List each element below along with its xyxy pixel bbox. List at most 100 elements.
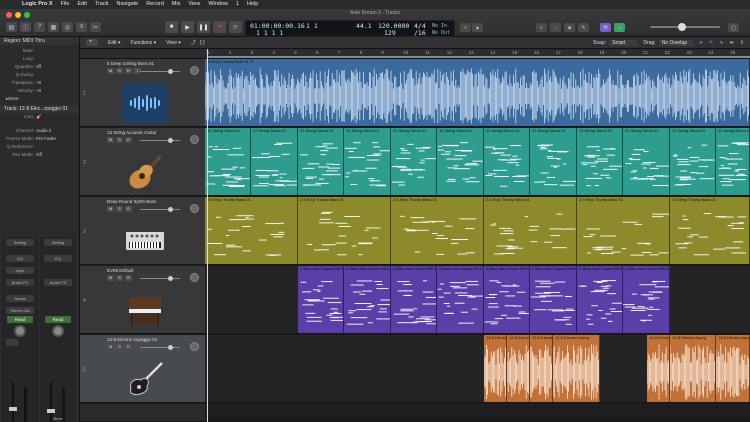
menu-file[interactable]: File [61,0,70,9]
region[interactable]: 12 String Strum 01 [205,128,251,195]
master-volume-slider[interactable] [650,23,720,31]
region-param[interactable]: Quantize: off [0,63,79,71]
track-header-2[interactable]: 2 12 String Acoustic Guitar MSR [80,128,205,196]
volume-knob[interactable] [168,276,173,281]
region[interactable]: 12 String Strum 01 [484,128,530,195]
track-volume-slider[interactable] [140,207,180,212]
strip-output[interactable]: Stereo Out [6,307,34,314]
bar-ruler[interactable]: 1 2 3 4 5 6 7 8 9 10 11 12 13 14 15 16 17 18 19 20 21 22 23 24 2… [205,49,750,59]
region[interactable]: 12-8 Electric Arpeg [553,335,600,402]
drag-select[interactable]: No Overlap [658,39,693,46]
region-param[interactable]: Velocity: +0 [0,87,79,95]
zoom-vertical[interactable]: ⇳ [740,40,744,46]
region[interactable]: 2.5 Step Thump Bass 01 [670,197,750,264]
region[interactable]: 12 String Strum 01 [716,128,750,195]
mute-button[interactable]: M [107,275,114,281]
record-enable-button[interactable]: R [125,206,132,212]
pencil-tool[interactable]: ✎ [709,40,713,46]
region[interactable]: 12 String Strum 01 [391,128,437,195]
lcd-display[interactable]: 01:00:00:00.16 1 1 1 1 1 1 44.1 120.0000… [245,20,455,37]
track-pan-knob[interactable] [190,66,199,75]
solo-button[interactable]: S [116,275,123,281]
region[interactable]: 2 Blue Jazz Organ Riff 02 [298,266,344,333]
region[interactable]: 12 String Strum 01 [530,128,577,195]
region[interactable]: 5 Deep Ceiling Bass 01 ⟳ [205,59,750,126]
region[interactable]: 12 String Strum 01 [251,128,298,195]
strip-audio-fx[interactable]: Audio FX [6,279,34,286]
volume-fader[interactable] [12,382,14,422]
track-name[interactable]: 12 String Acoustic Guitar [107,130,157,135]
volume-knob[interactable] [168,138,173,143]
region[interactable]: 12 String Strum 01 [437,128,484,195]
add-track-button[interactable]: + [86,39,98,46]
strip-automation[interactable]: Read [7,316,33,323]
region[interactable]: 2 Blue Jazz Organ Riff 02 [484,266,530,333]
region[interactable]: 2 Blue Jazz Organ Riff 02 [577,266,623,333]
track-pan-knob[interactable] [190,273,199,282]
record-button[interactable]: ● [213,21,226,33]
region-header[interactable]: Region: MIDI Thru [0,37,79,45]
region[interactable]: 2.5 Step Thump Bass 01 [577,197,670,264]
menu-navigate[interactable]: Navigate [116,0,138,9]
fader-cap[interactable] [9,407,17,411]
flex-button[interactable]: ⟦⟧ [200,40,205,46]
region[interactable]: 12-8 Electric Arpeg [530,335,553,402]
more-disclosure[interactable]: ▸ More [0,95,79,103]
help-button[interactable]: ? [34,22,45,32]
volume-knob[interactable] [168,345,173,350]
region[interactable]: 2 Blue Jazz Organ Riff 02 [391,266,437,333]
region[interactable]: 12 String Strum 01 [577,128,623,195]
track-header-5[interactable]: 5 12-8 Electric Arpeggio 01 MSR [80,335,205,403]
editors-button[interactable]: ✂ [90,22,101,32]
mute-button[interactable]: M [107,344,114,350]
view-menu[interactable]: View ▾ [166,40,181,46]
region[interactable]: 2 Blue Jazz Organ Riff 02 [344,266,391,333]
track-param[interactable]: Flex Mode: Off [0,151,79,159]
strip-setting[interactable]: Setting [44,239,72,246]
track-header-1[interactable]: 1 5 Deep Ceiling Bass 01 MSRI [80,59,205,127]
apple-icon[interactable] [6,1,14,9]
menu-record[interactable]: Record [146,0,164,9]
strip-setting[interactable]: Setting [6,239,34,246]
region-param[interactable]: Loop: [0,55,79,63]
volume-knob[interactable] [168,69,173,74]
region[interactable]: 12 String Strum 01 [344,128,391,195]
menu-app[interactable]: Logic Pro X [22,0,53,9]
playhead[interactable] [207,49,208,422]
mute-button[interactable]: M [107,68,114,74]
library-button[interactable]: ▤ [6,22,17,32]
metronome-button[interactable]: ▲ [472,23,483,32]
mute-button[interactable]: M [107,206,114,212]
menu-mix[interactable]: Mix [172,0,181,9]
region[interactable]: 12 String Strum 01 [670,128,716,195]
count-in-button[interactable]: ◐ [536,23,547,32]
menu-view[interactable]: View [188,0,200,9]
region[interactable]: 12 String Strum 01 [623,128,670,195]
track-volume-slider[interactable] [140,138,180,143]
cycle-button[interactable]: ⟳ [229,21,242,33]
master-volume-knob[interactable] [678,23,686,31]
toolbar-button[interactable]: ▦ [48,22,59,32]
track-volume-slider[interactable] [140,345,180,350]
pan-knob[interactable] [52,325,64,337]
track-header-3[interactable]: 3 Deep Round Synth Bass MSR [80,197,205,265]
region[interactable]: 2.5 Step Thump Bass 01 [298,197,391,264]
edit-menu[interactable]: Edit ▾ [108,40,121,46]
region[interactable]: 2 Blue Jazz Organ Riff 02 [530,266,577,333]
menu-window[interactable]: Window [208,0,228,9]
play-button[interactable]: ▶ [181,21,194,33]
snap-select[interactable]: Smart [609,39,638,46]
menu-edit[interactable]: Edit [77,0,86,9]
tuner-button[interactable]: ⑂ [460,23,471,32]
smart-controls-button[interactable]: ◎ [62,22,73,32]
pause-button[interactable]: ❚❚ [197,21,210,33]
region[interactable]: 12-8 Electric Arpeg [484,335,507,402]
region-param[interactable]: Q-Swing: [0,71,79,79]
track-pan-knob[interactable] [190,135,199,144]
menu-1[interactable]: 1 [236,0,239,9]
record-enable-button[interactable]: R [125,137,132,143]
region-param[interactable]: Mute: [0,47,79,55]
solo-button[interactable]: S [116,344,123,350]
region[interactable]: 12 String Strum 01 [298,128,344,195]
strip-sends[interactable]: Sends [6,295,34,302]
